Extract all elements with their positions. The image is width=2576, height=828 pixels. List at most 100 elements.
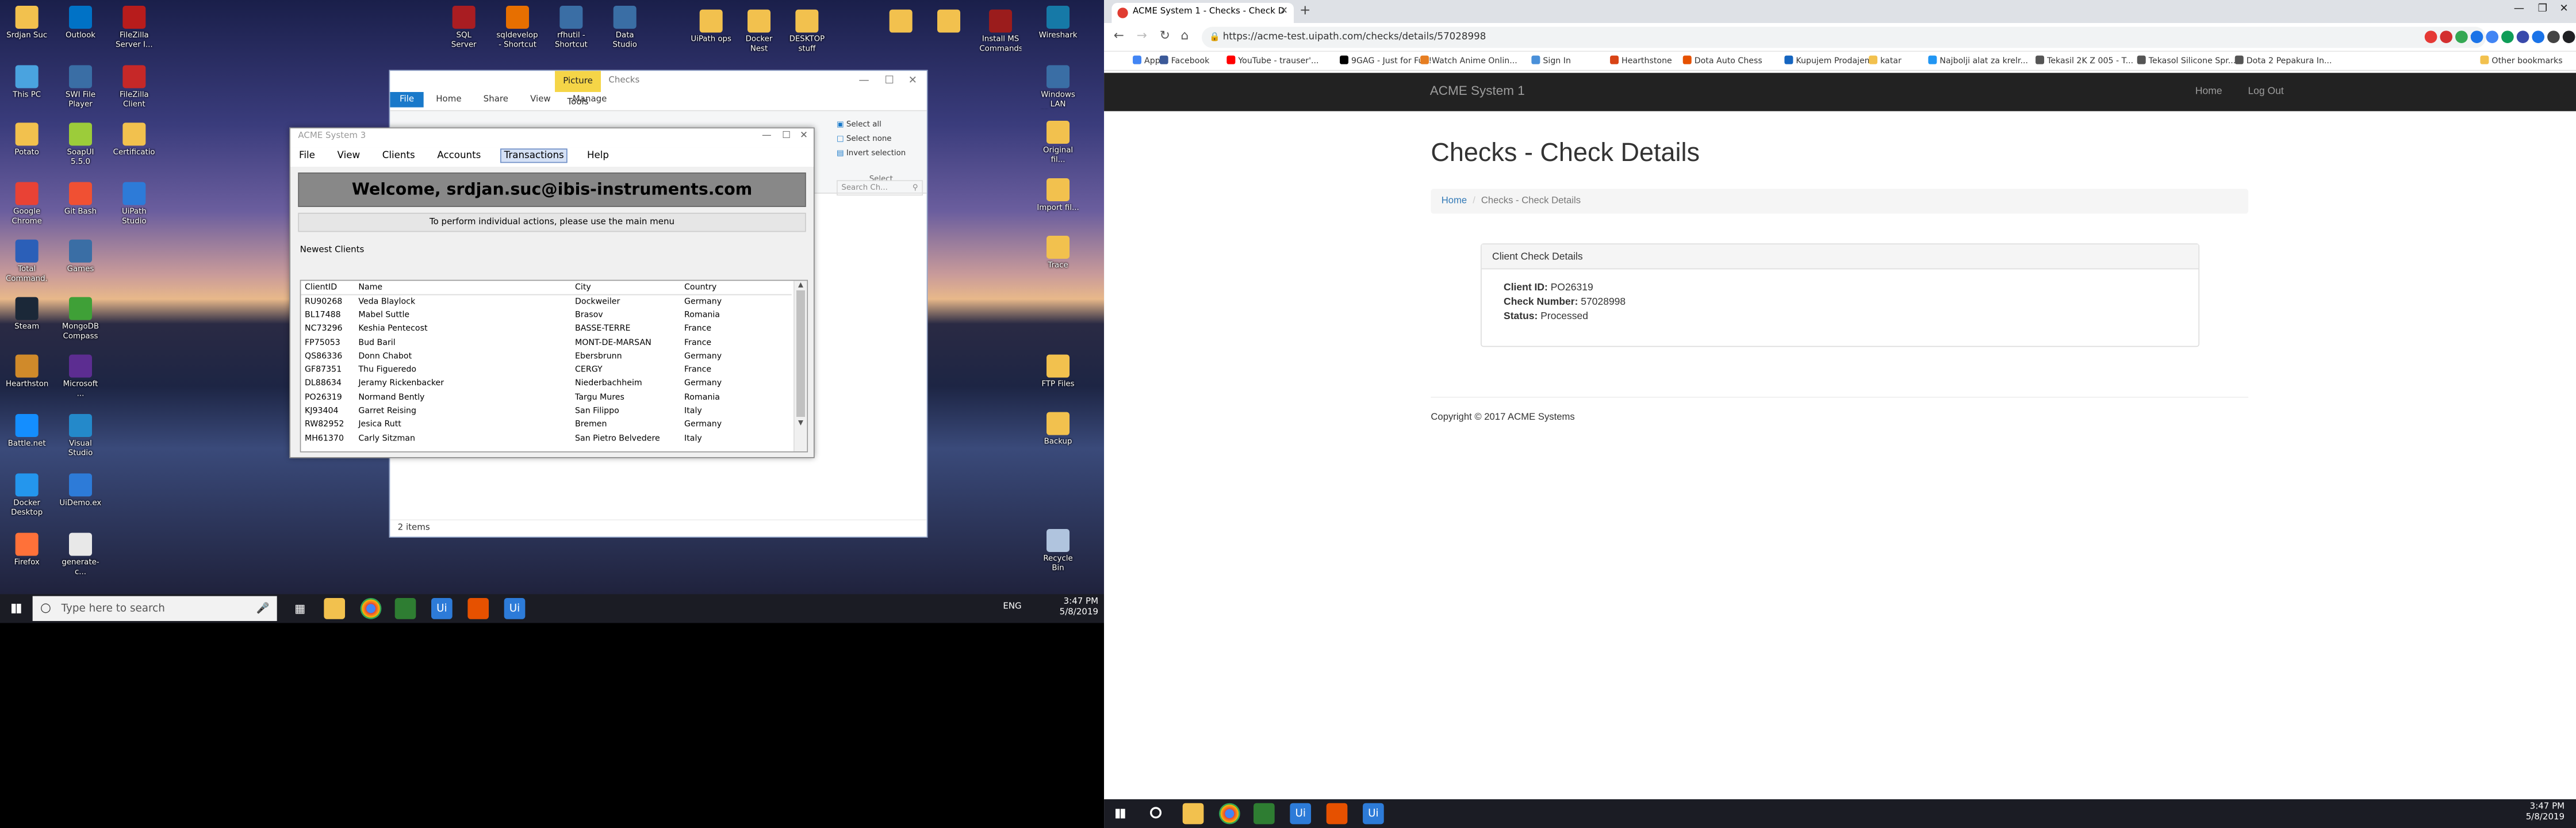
table-row[interactable]: NC73296 Keshia Pentecost BASSE-TERRE France: [301, 322, 791, 336]
scroll-down-icon[interactable]: ▼: [795, 419, 807, 426]
menu-clients[interactable]: Clients: [379, 150, 418, 162]
tab-view[interactable]: View: [520, 92, 560, 108]
maximize-icon[interactable]: ☐: [885, 74, 894, 86]
desktop-icon[interactable]: Original fil...: [1037, 121, 1079, 165]
extension-icon[interactable]: [2501, 30, 2514, 44]
desktop-icon[interactable]: Srdjan Suc: [6, 6, 48, 50]
desktop-icon[interactable]: SQL Server 2014 Mana...: [443, 6, 485, 50]
restore-icon[interactable]: ❐: [2538, 2, 2547, 14]
extension-icon[interactable]: [2470, 30, 2483, 44]
col-country[interactable]: Country: [680, 281, 792, 296]
select-none-button[interactable]: □ Select none: [837, 131, 906, 145]
bookmark-item[interactable]: Dota 2 Pepakura In...: [2234, 55, 2332, 66]
desktop-icon[interactable]: Total Command...: [6, 239, 48, 284]
col-clientid[interactable]: ClientID: [301, 281, 355, 296]
bookmark-item[interactable]: Tekasol Silicone Spr...: [2137, 55, 2236, 66]
notepad-taskbar-icon[interactable]: [1254, 803, 1275, 825]
desktop-icon[interactable]: [880, 9, 922, 54]
desktop-icon[interactable]: Games: [59, 239, 101, 284]
uipath-taskbar-icon[interactable]: Ui: [431, 598, 453, 619]
task-view-icon[interactable]: ▦: [289, 598, 310, 619]
desktop-icon[interactable]: SoapUI 5.5.0: [59, 122, 101, 167]
desktop-icon[interactable]: sqldevelop... - Shortcut: [496, 6, 539, 50]
extension-icon[interactable]: [2486, 30, 2499, 44]
extension-icon[interactable]: [2424, 30, 2437, 44]
new-tab-icon[interactable]: +: [1300, 3, 1311, 18]
cortana-icon[interactable]: [1150, 807, 1162, 819]
bookmark-item[interactable]: YouTube - trauser'...: [1226, 55, 1318, 66]
desktop-icon[interactable]: Backup: [1037, 412, 1079, 457]
desktop-icon[interactable]: FileZilla Server I...: [113, 6, 155, 50]
table-row[interactable]: DL88634 Jeramy Rickenbacker Niederbachheim…: [301, 377, 791, 390]
taskbar-search-input[interactable]: ○ Type here to search 🎤: [32, 596, 277, 622]
close-tab-icon[interactable]: ✕: [1280, 6, 1288, 16]
bookmark-item[interactable]: Dota Auto Chess: [1682, 55, 1762, 66]
tray-date[interactable]: 5/8/2019: [1060, 608, 1098, 618]
desktop-icon[interactable]: UiPath Studio: [113, 182, 155, 227]
notepad-taskbar-icon[interactable]: [394, 598, 416, 619]
minimize-icon[interactable]: —: [762, 131, 772, 141]
desktop-icon[interactable]: Git Bash: [59, 182, 101, 227]
desktop-icon[interactable]: Install MS Commands: [979, 9, 1022, 54]
extension-icon[interactable]: [2516, 30, 2529, 44]
desktop-icon[interactable]: Certification: [113, 122, 155, 167]
file-explorer-taskbar-icon[interactable]: [1182, 803, 1204, 825]
table-row[interactable]: RU90268 Veda Blaylock Dockweiler Germany: [301, 295, 791, 309]
desktop-icon[interactable]: UiPath ops: [690, 9, 732, 54]
bookmark-item[interactable]: 9GAG - Just for Fun!: [1340, 55, 1432, 66]
table-row[interactable]: MH61370 Carly Sitzman San Pietro Belvedere…: [301, 432, 791, 446]
maximize-icon[interactable]: ☐: [782, 131, 791, 141]
desktop-icon[interactable]: Battle.net: [6, 414, 48, 458]
acme-desktop-window[interactable]: ACME System 3 — ☐ ✕ File View Clients Ac…: [289, 127, 815, 458]
bookmark-item[interactable]: Facebook: [1159, 55, 1209, 66]
menu-view[interactable]: View: [335, 150, 363, 162]
desktop-icon[interactable]: DESKTOP stuff: [786, 9, 828, 54]
desktop-icon[interactable]: Trace: [1037, 236, 1079, 280]
close-icon[interactable]: ✕: [2559, 2, 2568, 14]
invert-selection-button[interactable]: ▤ Invert selection: [837, 145, 906, 160]
close-icon[interactable]: ✕: [800, 131, 808, 141]
bookmark-item[interactable]: Watch Anime Onlin...: [1420, 55, 1517, 66]
bookmark-item[interactable]: Tekasil 2K Z 005 - T...: [2035, 55, 2133, 66]
select-all-button[interactable]: ▣ Select all: [837, 117, 906, 131]
home-icon[interactable]: ⌂: [1180, 29, 1189, 43]
tab-share[interactable]: Share: [474, 92, 518, 108]
desktop-icon[interactable]: Recycle Bin: [1037, 529, 1079, 573]
tray-time[interactable]: 3:47 PM: [1060, 597, 1098, 607]
desktop-icon[interactable]: Outlook: [59, 6, 101, 50]
desktop-icon[interactable]: Windows LAN Manager: [1037, 65, 1079, 109]
extension-icon[interactable]: [2547, 30, 2560, 44]
desktop-icon[interactable]: Data Studio 4.1.3 Client: [604, 6, 646, 50]
nav-logout-link[interactable]: Log Out: [2248, 85, 2283, 97]
desktop-icon[interactable]: generate-c...: [59, 532, 101, 577]
desktop-icon[interactable]: Docker Desktop: [6, 473, 48, 518]
picture-tools-tab[interactable]: Picture Tools: [555, 71, 601, 108]
extension-icon[interactable]: [2455, 30, 2468, 44]
bookmark-item[interactable]: katar: [1869, 55, 1902, 66]
bookmark-item[interactable]: Najbolji alat za krelr...: [1928, 55, 2028, 66]
scroll-thumb[interactable]: [796, 290, 806, 417]
table-row[interactable]: RW82952 Jesica Rutt Bremen Germany: [301, 418, 791, 432]
tray-lang[interactable]: ENG: [1003, 602, 1021, 612]
tab-home[interactable]: Home: [427, 92, 471, 108]
clients-grid[interactable]: ClientID Name City Country RU90268 Veda B…: [300, 279, 808, 453]
desktop-icon[interactable]: MongoDB Compass ...: [59, 297, 101, 342]
table-row[interactable]: GF87351 Thu Figueredo CERGY France: [301, 363, 791, 377]
col-name[interactable]: Name: [354, 281, 572, 296]
bookmark-item[interactable]: Kupujem Prodajem: [1784, 55, 1872, 66]
tray-time[interactable]: 3:47 PM: [2526, 802, 2564, 812]
bookmark-item[interactable]: Other bookmarks: [2480, 55, 2563, 66]
desktop-icon[interactable]: Docker Nest: [738, 9, 780, 54]
back-icon[interactable]: ←: [1114, 29, 1124, 43]
desktop-icon[interactable]: FTP Files: [1037, 354, 1079, 399]
windows-start-button[interactable]: [0, 594, 33, 623]
desktop-icon[interactable]: Steam: [6, 297, 48, 342]
file-explorer-taskbar-icon[interactable]: [324, 598, 346, 619]
desktop-icon[interactable]: Potato: [6, 122, 48, 167]
desktop-icon[interactable]: Firefox: [6, 532, 48, 577]
explorer-search-input[interactable]: Search Ch... ⚲: [837, 180, 923, 196]
menu-transactions[interactable]: Transactions: [500, 148, 568, 163]
desktop-icon[interactable]: Google Chrome: [6, 182, 48, 227]
menu-accounts[interactable]: Accounts: [434, 150, 484, 162]
extension-icon[interactable]: [2532, 30, 2545, 44]
